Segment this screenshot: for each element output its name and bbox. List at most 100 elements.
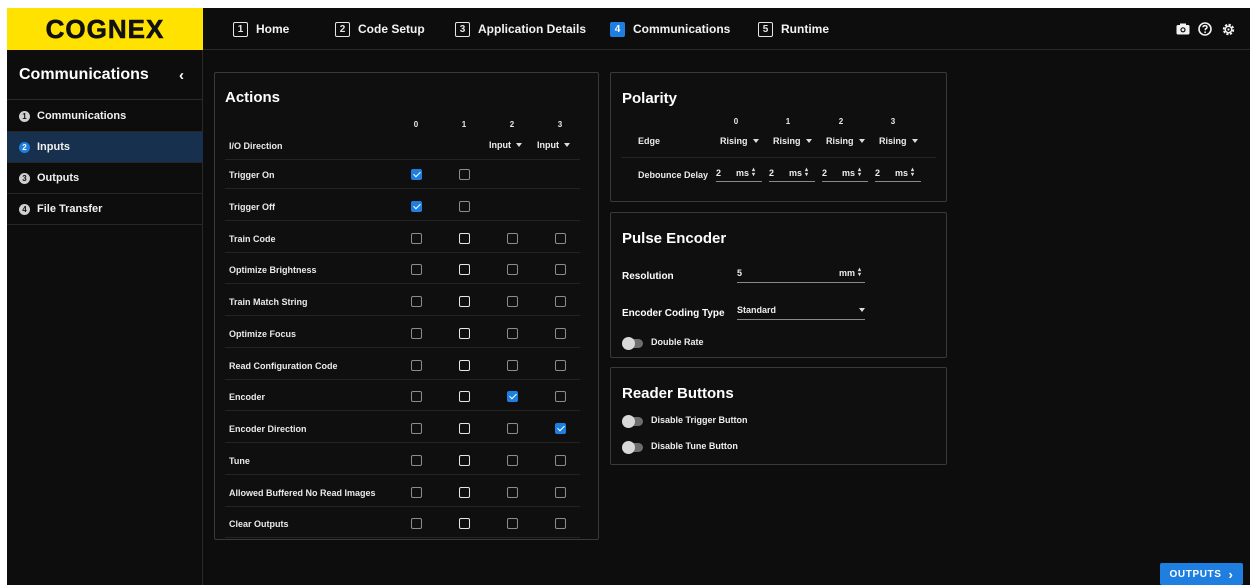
action-checkbox-0[interactable] (411, 201, 422, 212)
action-checkbox-2[interactable] (507, 487, 518, 498)
logo-text: COGNEX (45, 13, 165, 44)
action-checkbox-1[interactable] (459, 328, 470, 339)
action-checkbox-2[interactable] (507, 518, 518, 529)
io-direction-select-2[interactable]: Input (489, 140, 522, 150)
edge-select-2[interactable]: Rising (826, 136, 865, 146)
action-checkbox-2[interactable] (507, 423, 518, 434)
spin-unit: ms (789, 168, 803, 178)
action-checkbox-1[interactable] (459, 296, 470, 307)
spin-value: 2 (822, 168, 828, 178)
action-checkbox-3[interactable] (555, 423, 566, 434)
action-checkbox-0[interactable] (411, 328, 422, 339)
action-checkbox-3[interactable] (555, 518, 566, 529)
resolution-input[interactable]: 5 mm ▴ ▾ (737, 267, 865, 278)
sidebar-item-outputs[interactable]: 3 Outputs (7, 163, 203, 194)
action-checkbox-3[interactable] (555, 391, 566, 402)
double-rate-label: Double Rate (651, 337, 704, 347)
action-checkbox-1[interactable] (459, 201, 470, 212)
stepper-icon[interactable]: ▴ ▾ (858, 267, 861, 278)
spin-value: 2 (875, 168, 881, 178)
action-checkbox-0[interactable] (411, 487, 422, 498)
collapse-sidebar-icon[interactable]: ‹ (179, 67, 184, 84)
action-checkbox-3[interactable] (555, 233, 566, 244)
edge-select-3[interactable]: Rising (879, 136, 918, 146)
disable-tune-button-toggle[interactable] (622, 441, 643, 454)
edge-select-0[interactable]: Rising (720, 136, 759, 146)
stepper-icon[interactable]: ▴ ▾ (858, 167, 861, 178)
stepper-icon[interactable]: ▴ ▾ (911, 167, 914, 178)
sidebar-item-communications[interactable]: 1 Communications (7, 101, 203, 132)
pulse-encoder-title: Pulse Encoder (622, 230, 727, 247)
action-checkbox-2[interactable] (507, 233, 518, 244)
action-checkbox-0[interactable] (411, 296, 422, 307)
tab-label: Application Details (478, 22, 587, 36)
action-checkbox-1[interactable] (459, 423, 470, 434)
row-divider (225, 220, 580, 221)
polarity-title: Polarity (622, 90, 678, 107)
action-checkbox-1[interactable] (459, 360, 470, 371)
brand-logo[interactable]: COGNEX (7, 8, 203, 50)
action-checkbox-1[interactable] (459, 487, 470, 498)
action-checkbox-3[interactable] (555, 264, 566, 275)
action-checkbox-1[interactable] (459, 518, 470, 529)
action-checkbox-0[interactable] (411, 264, 422, 275)
action-checkbox-0[interactable] (411, 455, 422, 466)
tab-code-setup[interactable]: 2 Code Setup (335, 20, 425, 38)
tab-home[interactable]: 1 Home (233, 20, 289, 38)
stepper-icon[interactable]: ▴ ▾ (752, 167, 755, 178)
tab-number: 3 (455, 21, 470, 37)
action-checkbox-1[interactable] (459, 233, 470, 244)
sidebar-item-file-transfer[interactable]: 4 File Transfer (7, 194, 203, 225)
io-direction-select-3[interactable]: Input (537, 140, 570, 150)
sidebar-item-label: Outputs (37, 172, 80, 184)
action-checkbox-2[interactable] (507, 391, 518, 402)
action-checkbox-1[interactable] (459, 169, 470, 180)
action-checkbox-0[interactable] (411, 423, 422, 434)
resolution-value: 5 (737, 268, 743, 278)
double-rate-toggle[interactable] (622, 337, 643, 350)
tab-communications[interactable]: 4 Communications (610, 20, 730, 38)
action-checkbox-2[interactable] (507, 296, 518, 307)
tab-number: 5 (758, 21, 773, 37)
action-row-label: Optimize Brightness (229, 265, 317, 275)
debounce-input-3[interactable]: 2 ms ▴ ▾ (875, 167, 914, 178)
tab-application-details[interactable]: 3 Application Details (455, 20, 586, 38)
action-row-label: Encoder (229, 392, 266, 402)
disable-trigger-button-toggle[interactable] (622, 415, 643, 428)
column-header-1: 1 (785, 117, 791, 126)
action-checkbox-0[interactable] (411, 518, 422, 529)
field-underline (822, 181, 868, 182)
action-checkbox-0[interactable] (411, 233, 422, 244)
column-header-0: 0 (733, 117, 739, 126)
debounce-input-1[interactable]: 2 ms ▴ ▾ (769, 167, 808, 178)
sidebar-item-inputs[interactable]: 2 Inputs (7, 132, 203, 163)
action-checkbox-2[interactable] (507, 264, 518, 275)
action-checkbox-0[interactable] (411, 391, 422, 402)
help-icon[interactable] (1197, 21, 1213, 37)
action-checkbox-2[interactable] (507, 360, 518, 371)
stepper-icon[interactable]: ▴ ▾ (805, 167, 808, 178)
edge-select-1[interactable]: Rising (773, 136, 812, 146)
action-checkbox-0[interactable] (411, 360, 422, 371)
action-checkbox-3[interactable] (555, 296, 566, 307)
debounce-input-2[interactable]: 2 ms ▴ ▾ (822, 167, 861, 178)
row-divider (225, 442, 580, 443)
encoder-coding-type-select[interactable]: Standard (737, 305, 865, 315)
action-checkbox-0[interactable] (411, 169, 422, 180)
tab-runtime[interactable]: 5 Runtime (758, 20, 829, 38)
action-checkbox-1[interactable] (459, 455, 470, 466)
action-checkbox-3[interactable] (555, 328, 566, 339)
action-checkbox-1[interactable] (459, 264, 470, 275)
resolution-unit: mm (839, 268, 856, 278)
debounce-input-0[interactable]: 2 ms ▴ ▾ (716, 167, 755, 178)
action-checkbox-3[interactable] (555, 455, 566, 466)
action-checkbox-1[interactable] (459, 391, 470, 402)
select-value: Input (537, 140, 559, 150)
next-outputs-button[interactable]: OUTPUTS › (1160, 563, 1243, 585)
settings-icon[interactable] (1220, 21, 1236, 37)
action-checkbox-2[interactable] (507, 328, 518, 339)
action-checkbox-3[interactable] (555, 360, 566, 371)
camera-icon[interactable] (1175, 21, 1191, 37)
action-checkbox-2[interactable] (507, 455, 518, 466)
action-checkbox-3[interactable] (555, 487, 566, 498)
